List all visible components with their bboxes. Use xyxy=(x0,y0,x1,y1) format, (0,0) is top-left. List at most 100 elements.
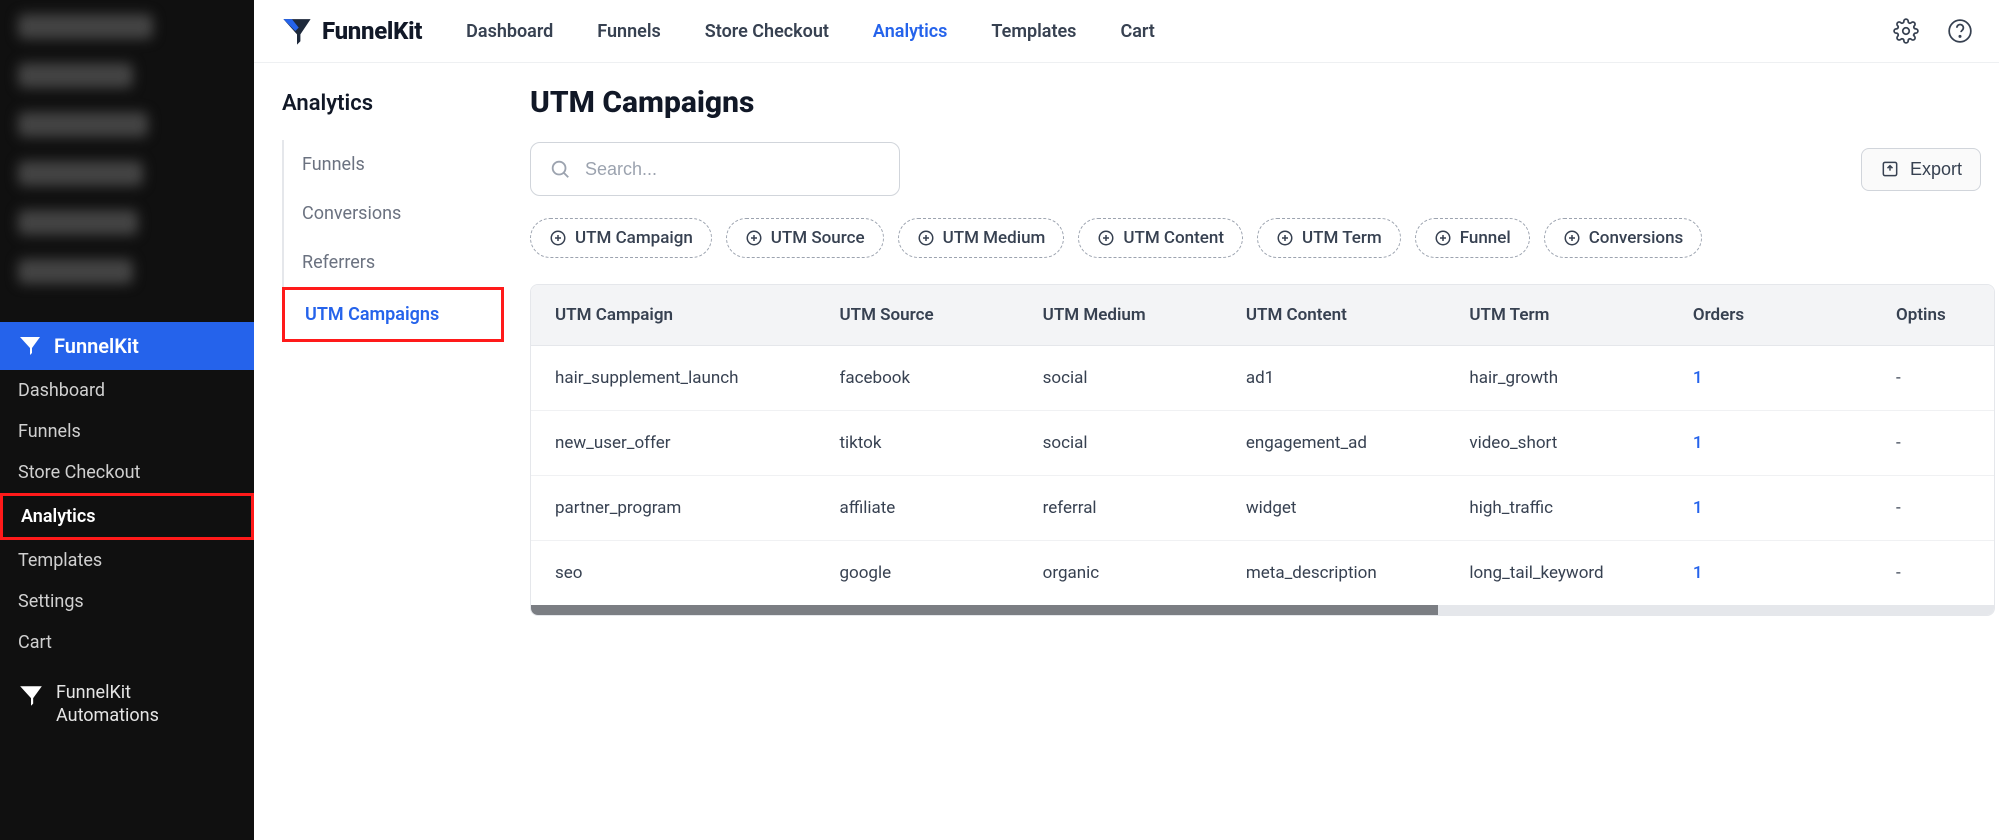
wp-sidebar-item-dashboard[interactable]: Dashboard xyxy=(0,370,254,411)
table-cell: ad1 xyxy=(1222,346,1446,411)
top-navigation: Dashboard Funnels Store Checkout Analytics T… xyxy=(466,21,1155,42)
filter-pill-funnel[interactable]: Funnel xyxy=(1415,218,1530,258)
table-cell: seo xyxy=(531,541,815,606)
plus-circle-icon xyxy=(917,229,935,247)
table-header-utm-content: UTM Content xyxy=(1222,285,1446,346)
table-cell: new_user_offer xyxy=(531,411,815,476)
table-cell-optins: - xyxy=(1872,411,1994,476)
wp-sidebar-funnelkit[interactable]: FunnelKit xyxy=(0,322,254,370)
wp-sidebar-item-store-checkout[interactable]: Store Checkout xyxy=(0,452,254,493)
table-cell-optins: - xyxy=(1872,541,1994,606)
table-cell: partner_program xyxy=(531,476,815,541)
table-cell: engagement_ad xyxy=(1222,411,1446,476)
table-header-orders: Orders xyxy=(1669,285,1872,346)
wp-sidebar-funnelkit-automations[interactable]: FunnelKit Automations xyxy=(0,663,254,740)
topnav-item-cart[interactable]: Cart xyxy=(1120,21,1154,42)
wp-sidebar-brand-label: FunnelKit xyxy=(54,334,139,358)
wp-sidebar-item-analytics[interactable]: Analytics xyxy=(0,493,254,540)
table-row: hair_supplement_launchfacebooksocialad1h… xyxy=(531,346,1994,411)
table-cell: high_traffic xyxy=(1445,476,1669,541)
table-header-optins: Optins xyxy=(1872,285,1994,346)
orders-link[interactable]: 1 xyxy=(1693,498,1703,518)
orders-link[interactable]: 1 xyxy=(1693,563,1703,583)
table-cell-optins: - xyxy=(1872,346,1994,411)
table-cell: hair_supplement_launch xyxy=(531,346,815,411)
brand-text: FunnelKit xyxy=(322,17,422,45)
table-cell: long_tail_keyword xyxy=(1445,541,1669,606)
export-label: Export xyxy=(1910,159,1962,180)
utm-table-wrap: UTM CampaignUTM SourceUTM MediumUTM Cont… xyxy=(530,284,1995,616)
table-header-utm-term: UTM Term xyxy=(1445,285,1669,346)
horizontal-scrollbar-thumb[interactable] xyxy=(531,605,1438,615)
search-icon xyxy=(549,158,571,180)
sub-sidebar-item-referrers[interactable]: Referrers xyxy=(284,238,504,287)
table-cell: affiliate xyxy=(815,476,1018,541)
plus-circle-icon xyxy=(1434,229,1452,247)
plus-circle-icon xyxy=(549,229,567,247)
plus-circle-icon xyxy=(745,229,763,247)
topnav-item-dashboard[interactable]: Dashboard xyxy=(466,21,553,42)
table-row: partner_programaffiliatereferralwidgethi… xyxy=(531,476,1994,541)
filter-pill-utm-source[interactable]: UTM Source xyxy=(726,218,884,258)
table-cell-orders: 1 xyxy=(1669,476,1872,541)
table-cell-orders: 1 xyxy=(1669,541,1872,606)
filter-pill-conversions[interactable]: Conversions xyxy=(1544,218,1703,258)
search-input[interactable] xyxy=(585,159,881,180)
topnav-item-store-checkout[interactable]: Store Checkout xyxy=(705,21,829,42)
funnelkit-logo-icon xyxy=(280,14,314,48)
table-cell: facebook xyxy=(815,346,1018,411)
plus-circle-icon xyxy=(1097,229,1115,247)
wp-admin-sidebar: FunnelKit DashboardFunnelsStore Checkout… xyxy=(0,0,254,840)
plus-circle-icon xyxy=(1276,229,1294,247)
funnelkit-glyph-icon xyxy=(18,334,42,358)
wp-sidebar-item-settings[interactable]: Settings xyxy=(0,581,254,622)
orders-link[interactable]: 1 xyxy=(1693,368,1703,388)
export-button[interactable]: Export xyxy=(1861,148,1981,191)
page-content: UTM Campaigns Export UTM Campaign UTM Sou… xyxy=(504,63,1999,840)
wp-sidebar-item-templates[interactable]: Templates xyxy=(0,540,254,581)
analytics-sub-sidebar: Analytics FunnelsConversionsReferrersUTM… xyxy=(254,63,504,840)
wp-sidebar-automations-label: FunnelKit Automations xyxy=(56,681,236,728)
table-cell-orders: 1 xyxy=(1669,346,1872,411)
table-cell: meta_description xyxy=(1222,541,1446,606)
table-cell: referral xyxy=(1019,476,1222,541)
funnelkit-automations-icon xyxy=(18,683,44,709)
topnav-item-analytics[interactable]: Analytics xyxy=(873,21,948,42)
topbar: FunnelKit Dashboard Funnels Store Checkout… xyxy=(254,0,1999,63)
content-row: Analytics FunnelsConversionsReferrersUTM… xyxy=(254,63,1999,840)
table-cell: organic xyxy=(1019,541,1222,606)
search-box[interactable] xyxy=(530,142,900,196)
table-cell-optins: - xyxy=(1872,476,1994,541)
table-cell: google xyxy=(815,541,1018,606)
table-cell-orders: 1 xyxy=(1669,411,1872,476)
table-cell: social xyxy=(1019,411,1222,476)
page-title: UTM Campaigns xyxy=(530,85,1999,120)
topnav-item-templates[interactable]: Templates xyxy=(991,21,1076,42)
wp-sidebar-blurred-top xyxy=(0,0,254,322)
brand-logo[interactable]: FunnelKit xyxy=(280,14,422,48)
sub-sidebar-item-utm-campaigns[interactable]: UTM Campaigns xyxy=(282,287,504,342)
sub-sidebar-title: Analytics xyxy=(282,91,504,116)
filter-pill-utm-medium[interactable]: UTM Medium xyxy=(898,218,1065,258)
table-cell: tiktok xyxy=(815,411,1018,476)
wp-sidebar-item-funnels[interactable]: Funnels xyxy=(0,411,254,452)
topnav-item-funnels[interactable]: Funnels xyxy=(597,21,660,42)
orders-link[interactable]: 1 xyxy=(1693,433,1703,453)
table-row: new_user_offertiktoksocialengagement_adv… xyxy=(531,411,1994,476)
table-cell: social xyxy=(1019,346,1222,411)
table-header-utm-medium: UTM Medium xyxy=(1019,285,1222,346)
wp-sidebar-item-cart[interactable]: Cart xyxy=(0,622,254,663)
filter-pill-utm-content[interactable]: UTM Content xyxy=(1078,218,1243,258)
help-icon[interactable] xyxy=(1947,18,1973,44)
table-row: seogoogleorganicmeta_descriptionlong_tai… xyxy=(531,541,1994,606)
filter-pill-utm-campaign[interactable]: UTM Campaign xyxy=(530,218,712,258)
filter-pills-row: UTM Campaign UTM Source UTM Medium UTM Cont… xyxy=(530,218,1999,258)
gear-icon[interactable] xyxy=(1893,18,1919,44)
sub-sidebar-item-funnels[interactable]: Funnels xyxy=(284,140,504,189)
plus-circle-icon xyxy=(1563,229,1581,247)
table-header-utm-campaign: UTM Campaign xyxy=(531,285,815,346)
horizontal-scrollbar[interactable] xyxy=(531,605,1994,615)
sub-sidebar-item-conversions[interactable]: Conversions xyxy=(284,189,504,238)
table-cell: hair_growth xyxy=(1445,346,1669,411)
filter-pill-utm-term[interactable]: UTM Term xyxy=(1257,218,1401,258)
